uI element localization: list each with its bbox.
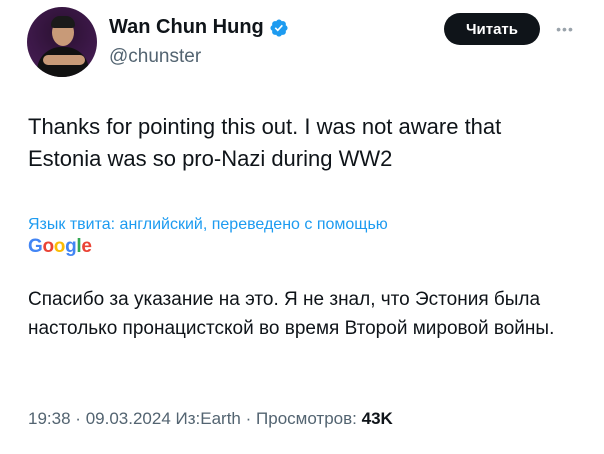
author-name[interactable]: Wan Chun Hung	[109, 16, 264, 39]
google-logo: Google	[28, 236, 92, 257]
translated-text: Спасибо за указание на это. Я не знал, ч…	[28, 289, 555, 339]
translation-note[interactable]: Язык твита: английский, переведено с пом…	[28, 216, 588, 234]
avatar[interactable]	[27, 7, 97, 77]
views-count: 43K	[361, 409, 393, 428]
tweet-date[interactable]: 09.03.2024	[86, 409, 171, 428]
meta-separator: ·	[75, 409, 81, 428]
tweet-text: Thanks for pointing this out. I was not …	[28, 114, 502, 171]
tweet-time[interactable]: 19:38	[28, 409, 71, 428]
verified-badge-icon	[270, 18, 288, 37]
follow-button[interactable]: Читать	[444, 13, 540, 45]
tweet-source: Из:Earth	[175, 409, 241, 428]
views-label: Просмотров:	[256, 409, 357, 428]
more-dots-icon[interactable]: •••	[550, 14, 580, 44]
tweet-meta: 19:38 · 09.03.2024 Из:Earth · Просмотров…	[28, 409, 393, 429]
author-name-row[interactable]: Wan Chun Hung	[109, 16, 289, 39]
meta-separator: ·	[245, 409, 252, 428]
author-handle[interactable]: @chunster	[109, 46, 201, 68]
tweet-header: Wan Chun Hung @chunster Читать •••	[27, 7, 587, 77]
